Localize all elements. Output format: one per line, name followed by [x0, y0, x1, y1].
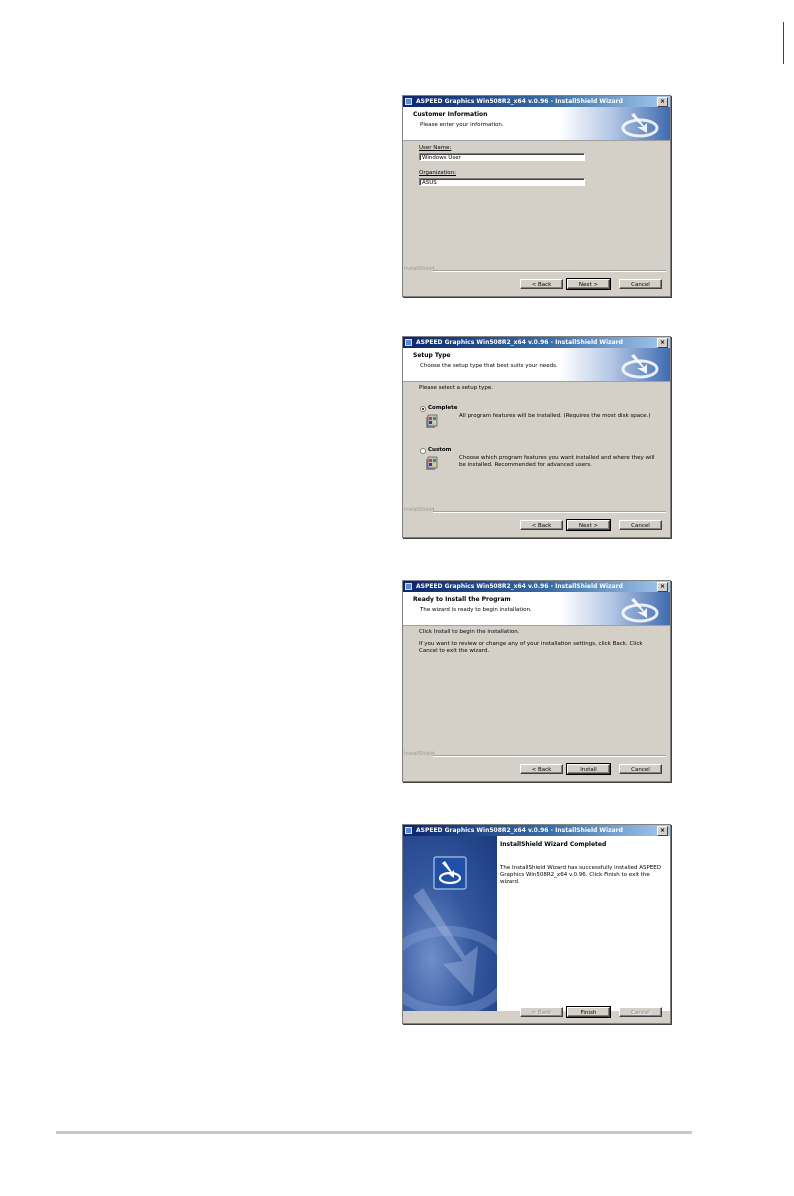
wizard-completed-dialog: ASPEED Graphics Win508R2_x64 v.0.96 - In…: [402, 824, 671, 1024]
page-subtitle: Please enter your information.: [420, 122, 504, 128]
ready-to-install-dialog: ASPEED Graphics Win508R2_x64 v.0.96 - In…: [402, 580, 671, 782]
finish-button[interactable]: Finish: [566, 1006, 611, 1018]
title-bar: ASPEED Graphics Win508R2_x64 v.0.96 - In…: [403, 825, 670, 836]
organization-label: Organization:: [419, 170, 457, 176]
cancel-button[interactable]: Cancel: [619, 764, 662, 774]
cancel-button[interactable]: Cancel: [619, 520, 662, 530]
custom-radio[interactable]: [420, 448, 426, 454]
wizard-body: User Name: Windows User Organization: AS…: [403, 141, 670, 291]
next-button[interactable]: Next >: [566, 278, 611, 290]
cancel-button[interactable]: Cancel: [619, 1007, 662, 1017]
banner-swirl-graphic: [403, 888, 497, 1011]
back-button[interactable]: < Back: [520, 764, 563, 774]
installshield-brand-label: InstallShield: [404, 507, 435, 513]
setup-type-dialog: ASPEED Graphics Win508R2_x64 v.0.96 - In…: [402, 336, 671, 538]
installer-app-icon: [405, 583, 412, 590]
completion-panel: InstallShield Wizard Completed The Insta…: [497, 836, 670, 1011]
installshield-brand-label: InstallShield: [404, 266, 435, 272]
side-banner: [403, 836, 497, 1011]
install-button[interactable]: Install: [566, 763, 611, 775]
setup-prompt: Please select a setup type.: [419, 385, 493, 391]
next-button[interactable]: Next >: [566, 519, 611, 531]
window-title: ASPEED Graphics Win508R2_x64 v.0.96 - In…: [416, 827, 623, 834]
title-bar: ASPEED Graphics Win508R2_x64 v.0.96 - In…: [403, 337, 670, 348]
page-subtitle: The wizard is ready to begin installatio…: [420, 607, 532, 613]
wizard-body: Please select a setup type. Complete All…: [403, 382, 670, 532]
page-title: Setup Type: [413, 352, 451, 359]
installshield-brand-label: InstallShield: [404, 751, 435, 757]
page-title: Ready to Install the Program: [413, 596, 511, 603]
page-title: Customer Information: [413, 111, 488, 118]
complete-setup-icon: [426, 414, 438, 428]
back-button[interactable]: < Back: [520, 1007, 563, 1017]
complete-radio[interactable]: [420, 406, 426, 412]
installshield-logo-icon: [433, 856, 467, 890]
installshield-logo-icon: [621, 598, 659, 623]
custom-description: Choose which program features you want i…: [459, 455, 655, 468]
close-button[interactable]: ×: [657, 338, 668, 348]
page-binding-mark: [783, 22, 784, 64]
custom-setup-icon: [426, 456, 438, 470]
close-button[interactable]: ×: [657, 826, 668, 836]
review-instruction: If you want to review or change any of y…: [419, 641, 643, 654]
page-subtitle: Choose the setup type that best suits yo…: [420, 363, 558, 369]
footer-divider: [433, 755, 666, 757]
complete-description: All program features will be installed. …: [459, 413, 651, 419]
wizard-body: Click Install to begin the installation.…: [403, 626, 670, 776]
installer-app-icon: [405, 827, 412, 834]
installer-app-icon: [405, 98, 412, 105]
wizard-header: Ready to Install the Program The wizard …: [403, 592, 670, 626]
completion-title: InstallShield Wizard Completed: [500, 841, 607, 848]
footer-divider: [433, 511, 666, 513]
user-name-input[interactable]: Windows User: [419, 153, 585, 161]
close-button[interactable]: ×: [657, 97, 668, 107]
window-title: ASPEED Graphics Win508R2_x64 v.0.96 - In…: [416, 583, 623, 590]
custom-label[interactable]: Custom: [428, 447, 451, 454]
organization-input[interactable]: ASUS: [419, 178, 585, 186]
window-title: ASPEED Graphics Win508R2_x64 v.0.96 - In…: [416, 98, 623, 105]
page-footer-rule: [56, 1131, 692, 1134]
window-title: ASPEED Graphics Win508R2_x64 v.0.96 - In…: [416, 339, 623, 346]
back-button[interactable]: < Back: [520, 279, 563, 289]
install-instruction: Click Install to begin the installation.: [419, 629, 520, 635]
cancel-button[interactable]: Cancel: [619, 279, 662, 289]
customer-info-dialog: ASPEED Graphics Win508R2_x64 v.0.96 - In…: [402, 95, 671, 297]
title-bar: ASPEED Graphics Win508R2_x64 v.0.96 - In…: [403, 96, 670, 107]
complete-label[interactable]: Complete: [428, 405, 457, 412]
user-name-label: User Name:: [419, 145, 452, 151]
wizard-header: Customer Information Please enter your i…: [403, 107, 670, 141]
installshield-logo-icon: [621, 113, 659, 138]
close-button[interactable]: ×: [657, 582, 668, 592]
wizard-header: Setup Type Choose the setup type that be…: [403, 348, 670, 382]
back-button[interactable]: < Back: [520, 520, 563, 530]
footer-divider: [433, 270, 666, 272]
title-bar: ASPEED Graphics Win508R2_x64 v.0.96 - In…: [403, 581, 670, 592]
installer-app-icon: [405, 339, 412, 346]
installshield-logo-icon: [621, 354, 659, 379]
completion-message: The InstallShield Wizard has successfull…: [500, 865, 662, 885]
